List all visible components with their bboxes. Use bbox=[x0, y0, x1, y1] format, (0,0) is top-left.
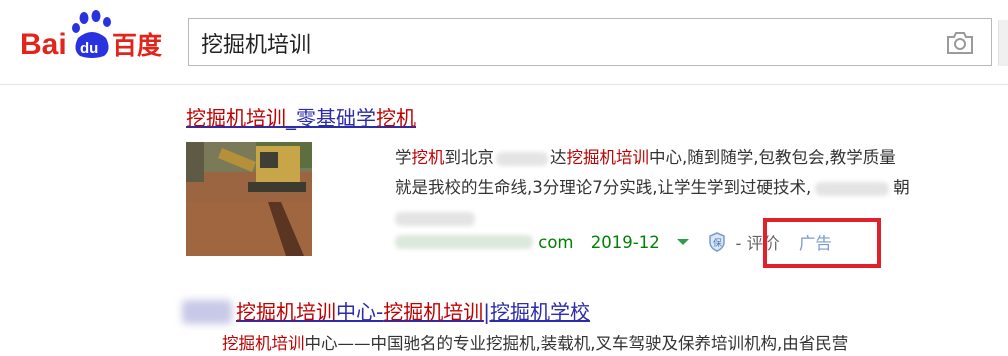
blurred-url bbox=[395, 235, 533, 249]
baidu-logo[interactable]: Bai du 百度 bbox=[20, 10, 180, 68]
scrollbar[interactable] bbox=[998, 20, 1008, 66]
organic-result-description: 挖掘机培训中心——中国驰名的专业挖掘机,装载机,叉车驾驶及保养培训机构,由省民营 bbox=[222, 334, 849, 353]
camera-icon[interactable] bbox=[945, 30, 975, 56]
annotation-highlight-box bbox=[763, 218, 881, 268]
ad-result-title-link[interactable]: 挖掘机培训_零基础学挖机 bbox=[186, 102, 416, 131]
svg-text:Bai: Bai bbox=[20, 28, 67, 61]
guarantee-shield-icon[interactable]: 保 bbox=[708, 232, 726, 252]
excavator-thumbnail[interactable] bbox=[186, 142, 312, 256]
chevron-down-icon[interactable] bbox=[676, 239, 689, 245]
svg-text:保: 保 bbox=[713, 237, 722, 249]
svg-text:du: du bbox=[80, 40, 98, 57]
blurred-text bbox=[815, 181, 890, 196]
ad-result-description: 学挖机到北京 达挖掘机培训中心,随到随学,包教包会,教学质量 就是我校的生命线,3… bbox=[395, 143, 985, 233]
blurred-text bbox=[395, 211, 475, 226]
search-input[interactable] bbox=[199, 28, 923, 58]
search-box[interactable] bbox=[188, 18, 992, 66]
organic-result: 挖掘机培训中心-挖掘机培训|挖掘机学校 挖掘机培训中心——中国驰名的专业挖掘机,… bbox=[180, 296, 1000, 356]
organic-result-title-link[interactable]: 挖掘机培训中心-挖掘机培训|挖掘机学校 bbox=[236, 296, 590, 325]
blurred-text bbox=[182, 300, 232, 324]
svg-text:百度: 百度 bbox=[112, 31, 162, 60]
blurred-text bbox=[496, 151, 548, 166]
result-url[interactable]: com bbox=[538, 233, 573, 252]
header: Bai du 百度 bbox=[0, 0, 1008, 85]
result-date: 2019-12 bbox=[590, 232, 660, 252]
